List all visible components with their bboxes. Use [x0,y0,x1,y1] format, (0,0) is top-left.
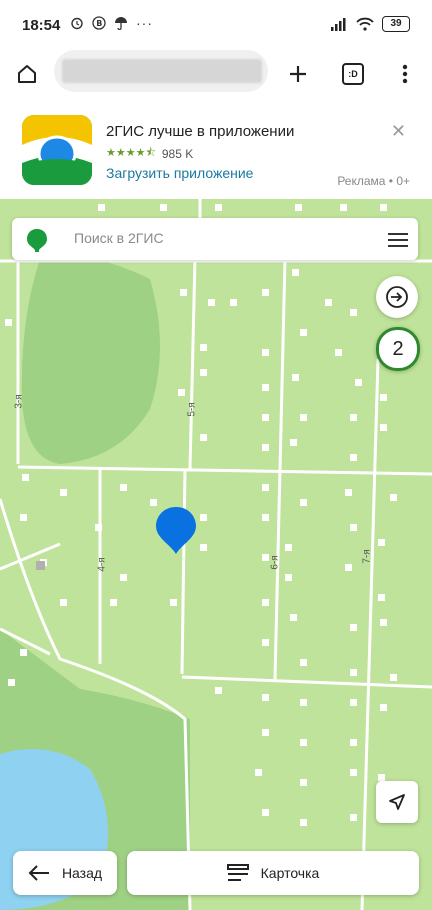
signal-icon [331,18,346,31]
road-label-6: 6-я [269,555,281,570]
rating-count: 985 K [161,146,194,161]
search-placeholder[interactable]: Поиск в 2ГИС [74,230,164,246]
tab-count: :D [342,63,364,85]
wifi-icon [356,17,374,31]
card-label: Карточка [260,865,320,881]
new-tab-button[interactable] [282,58,314,90]
svg-text:B: B [96,19,102,28]
road-label-3: 3-я [13,394,25,409]
card-button[interactable]: Карточка [127,851,419,895]
road-label-4: 4-я [96,557,108,572]
plus-icon [290,66,306,82]
location-pin-marker[interactable] [156,507,196,554]
navigation-arrow-icon [389,794,405,810]
status-system-icons: 39 [330,16,410,32]
road-label-5: 5-я [186,402,198,417]
road-label-7: 7-я [361,549,373,564]
more-vert-icon [402,64,408,84]
b-circle-icon: B [92,16,106,30]
install-app-link[interactable]: Загрузить приложение [106,165,253,181]
sign-in-icon [386,286,408,308]
url-text-blurred [62,59,262,83]
login-button[interactable] [376,276,418,318]
close-ad-button[interactable]: ✕ [391,121,406,142]
forest-area-north [21,256,161,464]
tabs-button[interactable]: :D [337,58,369,90]
browser-menu-button[interactable] [389,58,421,90]
arrow-left-icon [28,865,49,881]
gray-building [36,561,45,570]
map-search-bar[interactable]: Поиск в 2ГИС [12,218,418,260]
2gis-logo-icon [27,229,47,252]
alarm-icon [71,17,83,30]
hamburger-menu-icon[interactable] [388,229,408,251]
2gis-app-icon [22,115,92,185]
url-bar[interactable] [54,50,268,92]
status-bar: 18:54 B ··· 39 [0,0,432,50]
home-icon [18,65,36,83]
results-counter-button[interactable]: 2 [376,327,420,371]
rating-stars: ★★★★⯪ [106,147,156,159]
status-notification-icons: B ··· [70,15,153,31]
back-label: Назад [61,865,103,881]
ad-rating: ★★★★⯪ 985 K [106,144,193,163]
app-ad-banner[interactable]: 2ГИС лучше в приложении ★★★★⯪ 985 K Загр… [0,103,432,199]
my-location-button[interactable] [376,781,418,823]
umbrella-icon [115,17,127,30]
home-button[interactable] [11,58,43,90]
status-time: 18:54 [22,17,61,34]
map-view[interactable]: 3-я 5-я 4-я 6-я 7-я [0,199,432,910]
more-notifications-icon: ··· [136,15,153,31]
ad-title: 2ГИС лучше в приложении [106,123,295,140]
back-button[interactable]: Назад [13,851,117,895]
ad-label: Реклама • 0+ [337,174,410,188]
card-list-icon [226,864,249,881]
battery-indicator: 39 [382,16,410,32]
